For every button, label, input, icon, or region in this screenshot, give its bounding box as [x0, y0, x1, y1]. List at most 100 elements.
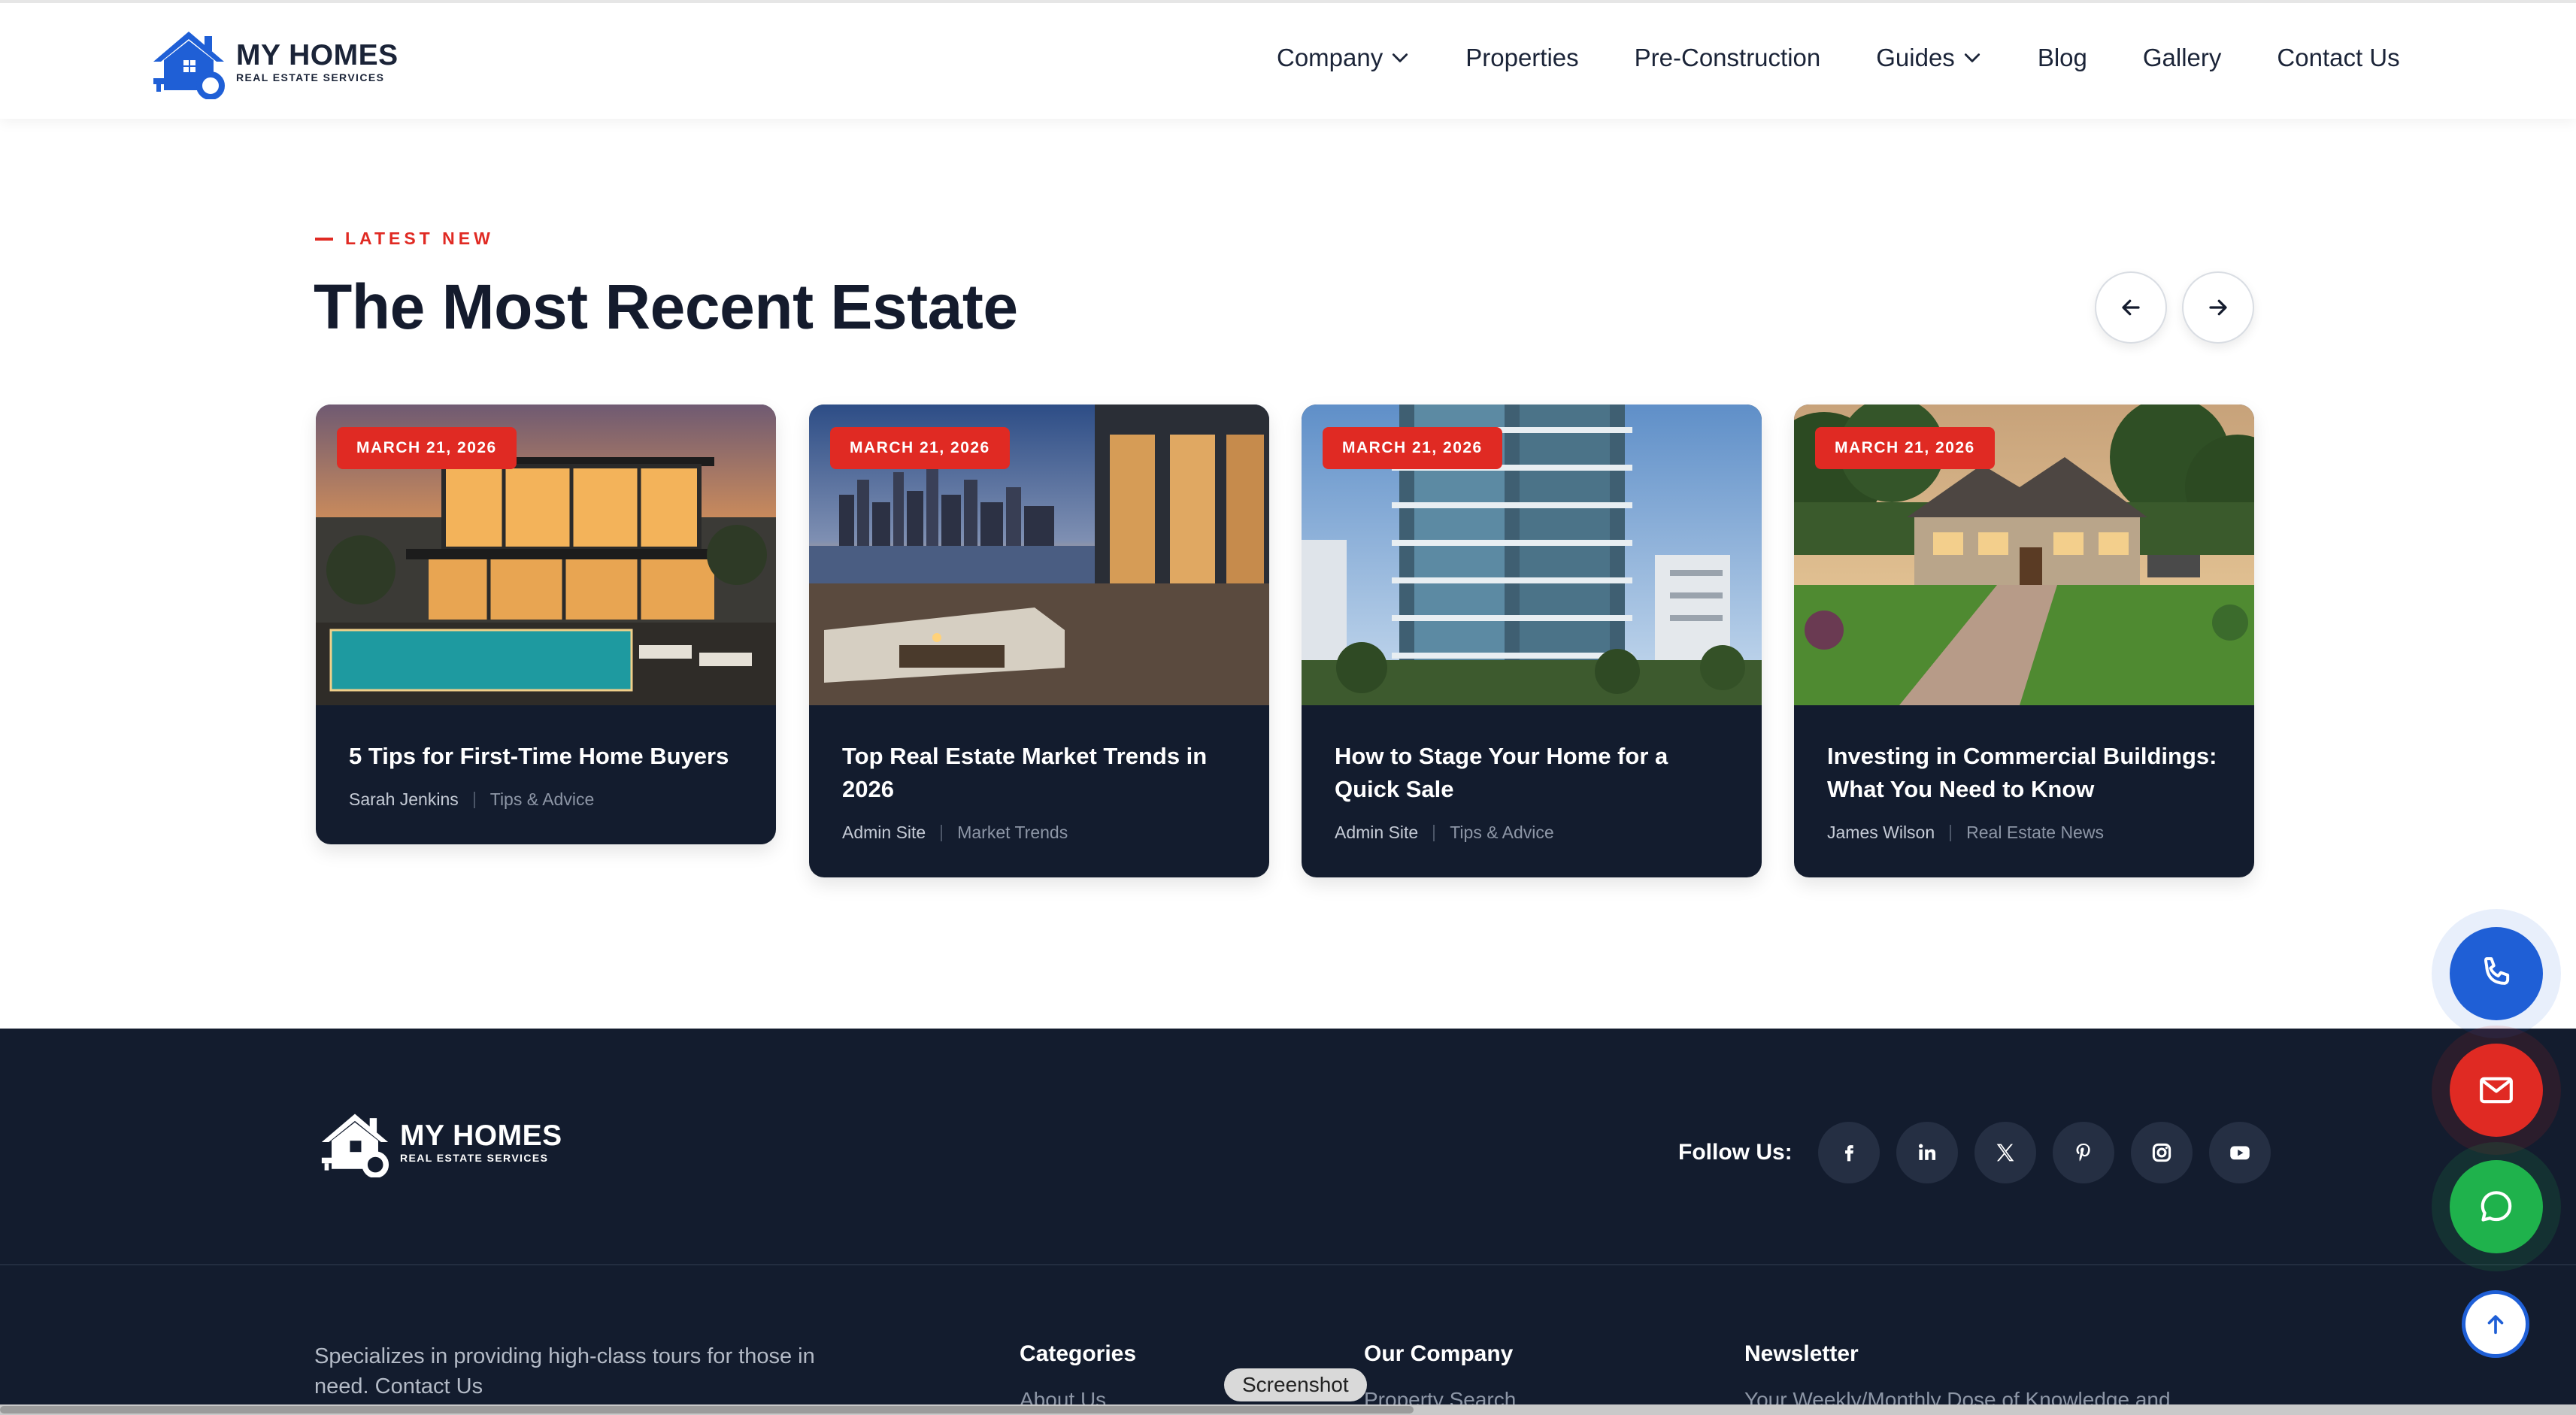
facebook-button[interactable]	[1817, 1122, 1880, 1183]
nav-label: Contact Us	[2277, 44, 2400, 71]
site-header: MY HOMES REAL ESTATE SERVICES Company Pr…	[0, 0, 2576, 119]
post-date-badge: MARCH 21, 2026	[337, 427, 517, 469]
post-meta: Admin Site Tips & Advice	[1335, 823, 1729, 843]
carousel-prev-button[interactable]	[2095, 271, 2167, 344]
nav-label: Guides	[1876, 44, 1955, 71]
post-title[interactable]: Top Real Estate Market Trends in 2026	[842, 740, 1236, 806]
arrow-right-icon	[2209, 299, 2227, 316]
post-image-glass-tower[interactable]: MARCH 21, 2026	[1302, 405, 1762, 705]
post-card[interactable]: MARCH 21, 2026 Investing in Commercial B…	[1794, 405, 2254, 877]
page: MY HOMES REAL ESTATE SERVICES Company Pr…	[0, 0, 2576, 1415]
footer-logo[interactable]: MY HOMES REAL ESTATE SERVICES	[316, 1108, 562, 1177]
nav-label: Blog	[2037, 44, 2087, 71]
nav-label: Company	[1277, 44, 1383, 71]
main-nav: Company Properties Pre-Construction Guid…	[1277, 44, 2400, 72]
nav-label: Gallery	[2142, 44, 2222, 71]
site-footer: MY HOMES REAL ESTATE SERVICES Follow Us:	[0, 1029, 2576, 1415]
footer-logo-subtitle: REAL ESTATE SERVICES	[400, 1152, 549, 1164]
x-button[interactable]	[1974, 1122, 2036, 1183]
post-date-badge: MARCH 21, 2026	[1323, 427, 1502, 469]
post-image-modern-villa[interactable]: MARCH 21, 2026	[316, 405, 776, 705]
phone-icon	[2484, 957, 2510, 985]
nav-contact-us[interactable]: Contact Us	[2277, 44, 2399, 72]
whatsapp-icon	[2481, 1191, 2512, 1222]
horizontal-scrollbar-thumb[interactable]	[0, 1406, 1414, 1413]
youtube-icon	[2229, 1146, 2250, 1160]
post-card[interactable]: MARCH 21, 2026 5 Tips for First-Time Hom…	[316, 405, 776, 844]
house-key-logo-icon	[153, 32, 225, 99]
meta-divider	[941, 824, 943, 841]
carousel-next-button[interactable]	[2182, 271, 2254, 344]
social-follow: Follow Us:	[1678, 1122, 2271, 1183]
house-key-logo-icon	[321, 1114, 389, 1177]
pinterest-button[interactable]	[2052, 1122, 2114, 1183]
section-title: The Most Recent Estate	[314, 271, 1018, 342]
back-to-top-button[interactable]	[2462, 1290, 2529, 1358]
post-card[interactable]: MARCH 21, 2026 Top Real Estate Market Tr…	[809, 405, 1269, 877]
call-button[interactable]	[2450, 927, 2543, 1020]
nav-properties[interactable]: Properties	[1465, 44, 1578, 72]
footer-description: Specializes in providing high-class tour…	[314, 1344, 815, 1398]
post-category[interactable]: Real Estate News	[1966, 823, 2104, 843]
post-image-suburban-house[interactable]: MARCH 21, 2026	[1794, 405, 2254, 705]
post-category[interactable]: Tips & Advice	[1450, 823, 1553, 843]
whatsapp-button[interactable]	[2450, 1160, 2543, 1253]
post-author[interactable]: Admin Site	[1335, 823, 1418, 843]
meta-divider	[1433, 824, 1435, 841]
nav-blog[interactable]: Blog	[2038, 44, 2087, 72]
instagram-icon	[2152, 1143, 2171, 1162]
nav-company[interactable]: Company	[1277, 44, 1410, 72]
eyebrow-label: LATEST NEW	[345, 229, 494, 248]
post-meta: Admin Site Market Trends	[842, 823, 1236, 843]
post-date-badge: MARCH 21, 2026	[1815, 427, 1995, 469]
post-card[interactable]: MARCH 21, 2026 How to Stage Your Home fo…	[1302, 405, 1762, 877]
linkedin-button[interactable]	[1896, 1122, 1958, 1183]
post-card-body: Investing in Commercial Buildings: What …	[1794, 705, 2254, 877]
arrow-up-icon	[2487, 1315, 2504, 1335]
post-date-badge: MARCH 21, 2026	[830, 427, 1010, 469]
footer-heading-categories: Categories	[1020, 1341, 1137, 1366]
post-card-body: Top Real Estate Market Trends in 2026 Ad…	[809, 705, 1269, 877]
arrow-left-icon	[2122, 299, 2140, 316]
post-meta: James Wilson Real Estate News	[1827, 823, 2221, 843]
nav-guides[interactable]: Guides	[1876, 44, 1982, 72]
post-category[interactable]: Tips & Advice	[490, 789, 594, 810]
nav-label: Properties	[1465, 44, 1579, 71]
post-author[interactable]: James Wilson	[1827, 823, 1935, 843]
site-logo[interactable]: MY HOMES REAL ESTATE SERVICES	[147, 26, 399, 99]
nav-label: Pre-Construction	[1634, 44, 1821, 71]
post-title[interactable]: 5 Tips for First-Time Home Buyers	[349, 740, 743, 773]
nav-gallery[interactable]: Gallery	[2143, 44, 2222, 72]
post-card-body: 5 Tips for First-Time Home Buyers Sarah …	[316, 705, 776, 844]
meta-divider	[473, 791, 475, 808]
chevron-down-icon	[1393, 53, 1408, 62]
logo-subtitle: REAL ESTATE SERVICES	[236, 71, 385, 83]
section-eyebrow: LATEST NEW	[315, 229, 494, 249]
youtube-button[interactable]	[2208, 1122, 2271, 1183]
x-icon	[1996, 1144, 2014, 1162]
facebook-icon	[1844, 1145, 1853, 1162]
linkedin-icon	[1918, 1144, 1935, 1160]
meta-divider	[1950, 824, 1952, 841]
post-author[interactable]: Sarah Jenkins	[349, 789, 459, 810]
screenshot-tooltip: Screenshot	[1224, 1368, 1367, 1401]
post-title[interactable]: How to Stage Your Home for a Quick Sale	[1335, 740, 1729, 806]
footer-divider	[0, 1264, 2576, 1265]
post-category[interactable]: Market Trends	[957, 823, 1068, 843]
mail-icon	[2480, 1077, 2513, 1104]
post-title[interactable]: Investing in Commercial Buildings: What …	[1827, 740, 2221, 806]
footer-heading-newsletter: Newsletter	[1744, 1341, 1859, 1366]
logo-title: MY HOMES	[236, 39, 399, 71]
chevron-down-icon	[1964, 53, 1980, 62]
post-card-body: How to Stage Your Home for a Quick Sale …	[1302, 705, 1762, 877]
footer-logo-title: MY HOMES	[400, 1120, 562, 1152]
nav-pre-construction[interactable]: Pre-Construction	[1635, 44, 1821, 72]
post-meta: Sarah Jenkins Tips & Advice	[349, 789, 743, 810]
eyebrow-dash	[315, 237, 333, 241]
pinterest-icon	[2076, 1143, 2090, 1162]
post-image-city-terrace[interactable]: MARCH 21, 2026	[809, 405, 1269, 705]
follow-label: Follow Us:	[1678, 1140, 1793, 1165]
email-button[interactable]	[2450, 1044, 2543, 1137]
instagram-button[interactable]	[2130, 1122, 2193, 1183]
post-author[interactable]: Admin Site	[842, 823, 926, 843]
